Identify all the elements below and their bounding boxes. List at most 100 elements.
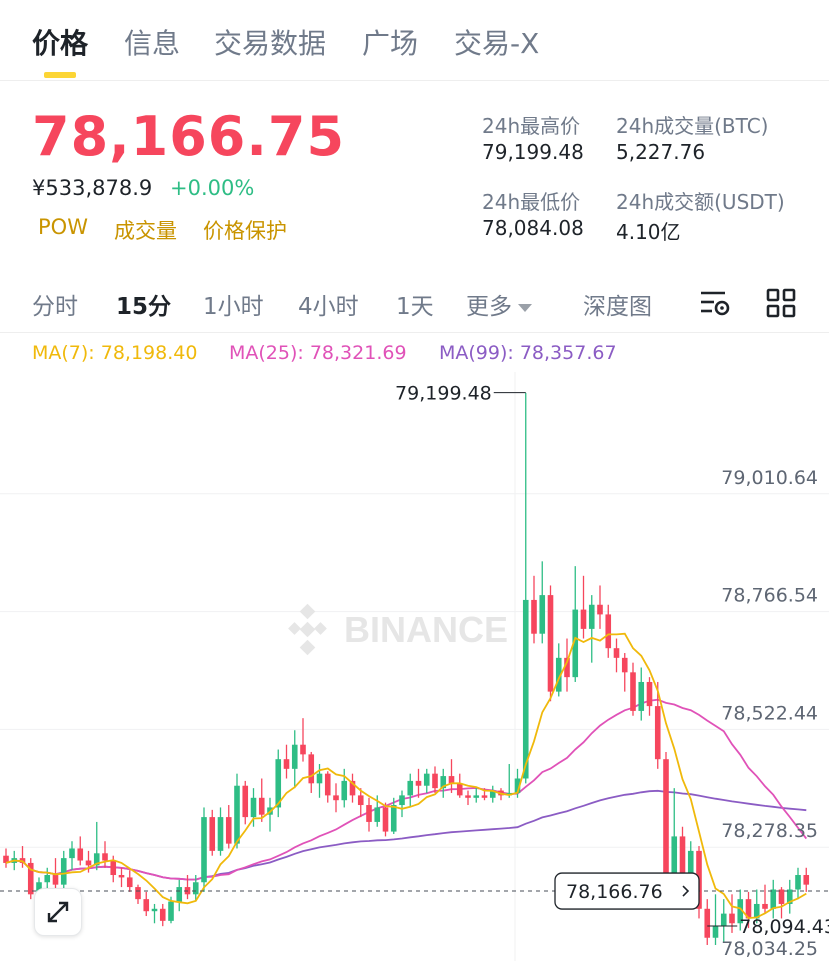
candle	[60, 850, 67, 890]
price-change-percent: +0.00%	[170, 176, 255, 200]
candle	[778, 887, 785, 919]
grid-layout-icon[interactable]	[766, 288, 796, 318]
tab-price[interactable]: 价格	[32, 22, 88, 62]
candle-body	[77, 848, 84, 861]
candle	[448, 759, 455, 793]
candle-body	[44, 875, 51, 883]
candle-body	[60, 858, 67, 885]
candle-body	[341, 780, 348, 801]
candle	[27, 858, 34, 900]
interval-4h[interactable]: 4小时	[298, 287, 359, 321]
candle	[712, 894, 719, 945]
candle	[267, 797, 273, 832]
high-24h-label: 24h最高价	[482, 114, 581, 138]
chart-grid	[0, 372, 829, 961]
candle	[432, 766, 438, 793]
tag-volume[interactable]: 成交量	[114, 215, 177, 245]
candle	[671, 788, 678, 880]
interval-more[interactable]: 更多	[466, 287, 532, 321]
candle	[349, 773, 356, 803]
y-tick-label: 78,766.54	[721, 585, 818, 607]
interval-time-share[interactable]: 分时	[32, 287, 78, 321]
candle-body	[465, 795, 471, 798]
candle	[399, 790, 405, 818]
tab-trade-x[interactable]: 交易-X	[454, 22, 539, 62]
interval-1h[interactable]: 1小时	[203, 287, 264, 321]
candle	[638, 667, 645, 721]
candle	[291, 730, 298, 789]
volume-usdt-value: 4.10亿	[616, 220, 681, 244]
candle-body	[621, 657, 628, 673]
ma99-legend: MA(99): 78,357.67	[439, 342, 617, 364]
candle-body	[357, 795, 364, 806]
tab-trading-data[interactable]: 交易数据	[214, 22, 326, 62]
candle-body	[762, 903, 768, 909]
candle	[646, 677, 653, 716]
candle-body	[399, 795, 405, 806]
candle-body	[52, 875, 59, 885]
candle-body	[308, 754, 315, 784]
candle	[531, 575, 537, 644]
candle-body	[234, 785, 240, 844]
candle	[770, 879, 777, 919]
candle	[234, 773, 240, 849]
watermark-text: BINANCE	[344, 609, 508, 650]
candle-body	[803, 875, 810, 885]
y-axis: 79,254.7479,010.6478,766.5478,522.4478,2…	[721, 467, 818, 960]
candle	[275, 749, 282, 818]
last-price: 78,166.75	[32, 105, 346, 168]
candle-body	[770, 889, 777, 909]
high-marker-label: 79,199.48	[395, 383, 492, 405]
candle	[308, 751, 315, 793]
candle	[547, 585, 554, 702]
candle	[489, 785, 496, 803]
tag-pow[interactable]: POW	[38, 215, 88, 239]
candle-body	[333, 795, 339, 801]
current-price-marker[interactable]: 78,166.76	[0, 872, 829, 910]
candle-body	[291, 744, 298, 769]
candle	[597, 585, 603, 629]
interval-1d[interactable]: 1天	[396, 287, 434, 321]
candle-body	[522, 599, 529, 779]
candle-body	[143, 899, 150, 912]
candle	[440, 768, 447, 798]
candle-body	[613, 648, 620, 658]
candle-body	[242, 785, 249, 818]
candle	[300, 718, 306, 762]
candle	[159, 903, 166, 927]
candle	[118, 867, 125, 888]
tab-info[interactable]: 信息	[124, 22, 180, 62]
candle	[456, 773, 463, 798]
candle	[621, 653, 628, 692]
candle	[324, 771, 331, 803]
candle	[522, 392, 529, 784]
expand-chart-button[interactable]	[34, 888, 82, 936]
tag-price-protection[interactable]: 价格保护	[203, 215, 287, 245]
candle	[217, 807, 224, 856]
candle-body	[118, 875, 125, 878]
indicator-settings-icon[interactable]	[698, 288, 732, 318]
tab-square[interactable]: 广场	[362, 22, 418, 62]
candle-body	[283, 759, 290, 769]
candle	[407, 773, 414, 808]
interval-15m[interactable]: 15分	[116, 287, 171, 321]
low-24h-value: 78,084.08	[482, 216, 584, 240]
candle-body	[316, 773, 323, 784]
candlestick-chart[interactable]: BINANCE 79,254.7479,010.6478,766.5478,52…	[0, 372, 829, 961]
volume-usdt-label: 24h成交额(USDT)	[616, 190, 785, 214]
ma25-legend: MA(25): 78,321.69	[229, 342, 407, 364]
y-tick-label: 78,522.44	[721, 702, 818, 724]
candle-body	[407, 780, 414, 796]
depth-chart-tab[interactable]: 深度图	[583, 287, 652, 321]
candle-body	[646, 681, 653, 707]
ma7-legend: MA(7): 78,198.40	[32, 342, 198, 364]
candle	[580, 575, 587, 639]
candle	[258, 778, 265, 822]
candle	[283, 744, 290, 779]
chevron-down-icon	[518, 303, 532, 312]
candle	[539, 561, 546, 644]
candle	[572, 566, 579, 682]
candle-body	[250, 797, 257, 818]
candle	[720, 899, 727, 943]
candle-body	[704, 908, 711, 938]
